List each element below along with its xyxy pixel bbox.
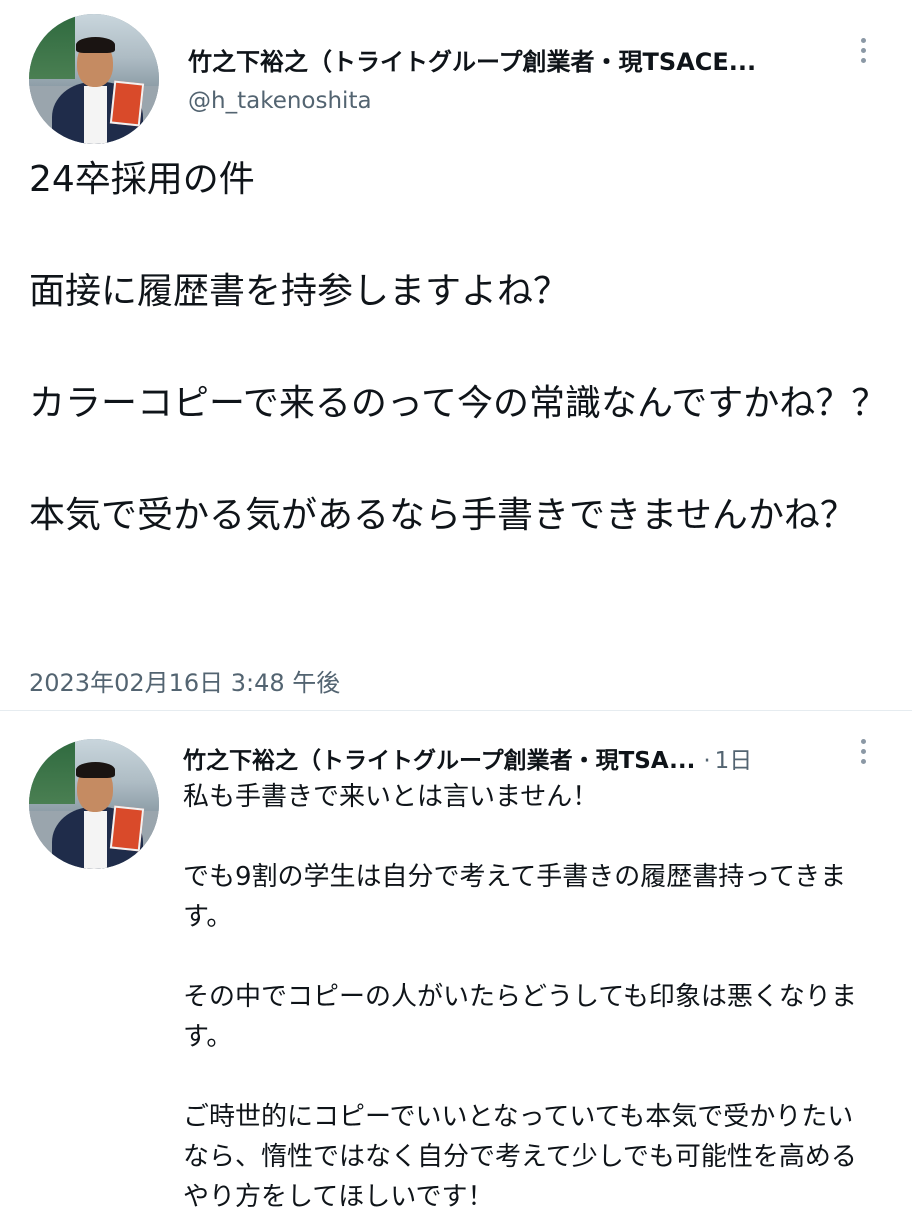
reply-header: 竹之下裕之（トライトグループ創業者・現TSA... · 1日	[183, 741, 752, 775]
reply-paragraph: その中でコピーの人がいたらどうしても印象は悪くなります。	[183, 982, 857, 1052]
reply-text: 私も手書きで来いとは言いません！ でも9割の学生は自分で考えて手書きの履歴書持っ…	[183, 777, 873, 1217]
tweet-paragraph: 24卒採用の件	[29, 159, 255, 200]
author-display-name[interactable]: 竹之下裕之（トライトグループ創業者・現TSACE...	[188, 42, 756, 77]
reply-paragraph: 私も手書きで来いとは言いません！	[183, 782, 599, 812]
author-avatar[interactable]	[29, 14, 159, 144]
author-handle[interactable]: @h_takenoshita	[188, 88, 372, 114]
tweet-text: 24卒採用の件 面接に履歴書を持参しますよね？ カラーコピーで来るのって今の常識…	[29, 152, 889, 544]
reply-paragraph: ご時世的にコピーでいいとなっていても本気で受かりたいなら、惰性ではなく自分で考え…	[183, 1102, 857, 1212]
reply-tweet[interactable]: 竹之下裕之（トライトグループ創業者・現TSA... · 1日 私も手書きで来いと…	[0, 711, 912, 1212]
tweet-paragraph: 面接に履歴書を持参しますよね？	[29, 271, 570, 312]
more-options-icon[interactable]	[857, 739, 869, 764]
reply-paragraph: でも9割の学生は自分で考えて手書きの履歴書持ってきます。	[183, 862, 847, 932]
reply-age[interactable]: 1日	[715, 741, 753, 775]
reply-author-display-name[interactable]: 竹之下裕之（トライトグループ創業者・現TSA...	[183, 741, 695, 775]
separator-dot: ·	[703, 748, 711, 774]
tweet-paragraph: 本気で受かる気があるなら手書きできませんかね？	[29, 495, 856, 536]
reply-author-avatar[interactable]	[29, 739, 159, 869]
tweet-timestamp[interactable]: 2023年02月16日 3:48 午後	[29, 663, 340, 698]
tweet-paragraph: カラーコピーで来るのって今の常識なんですかね？？	[29, 383, 888, 424]
main-tweet: 竹之下裕之（トライトグループ創業者・現TSACE... @h_takenoshi…	[0, 0, 912, 710]
more-options-icon[interactable]	[857, 38, 869, 63]
